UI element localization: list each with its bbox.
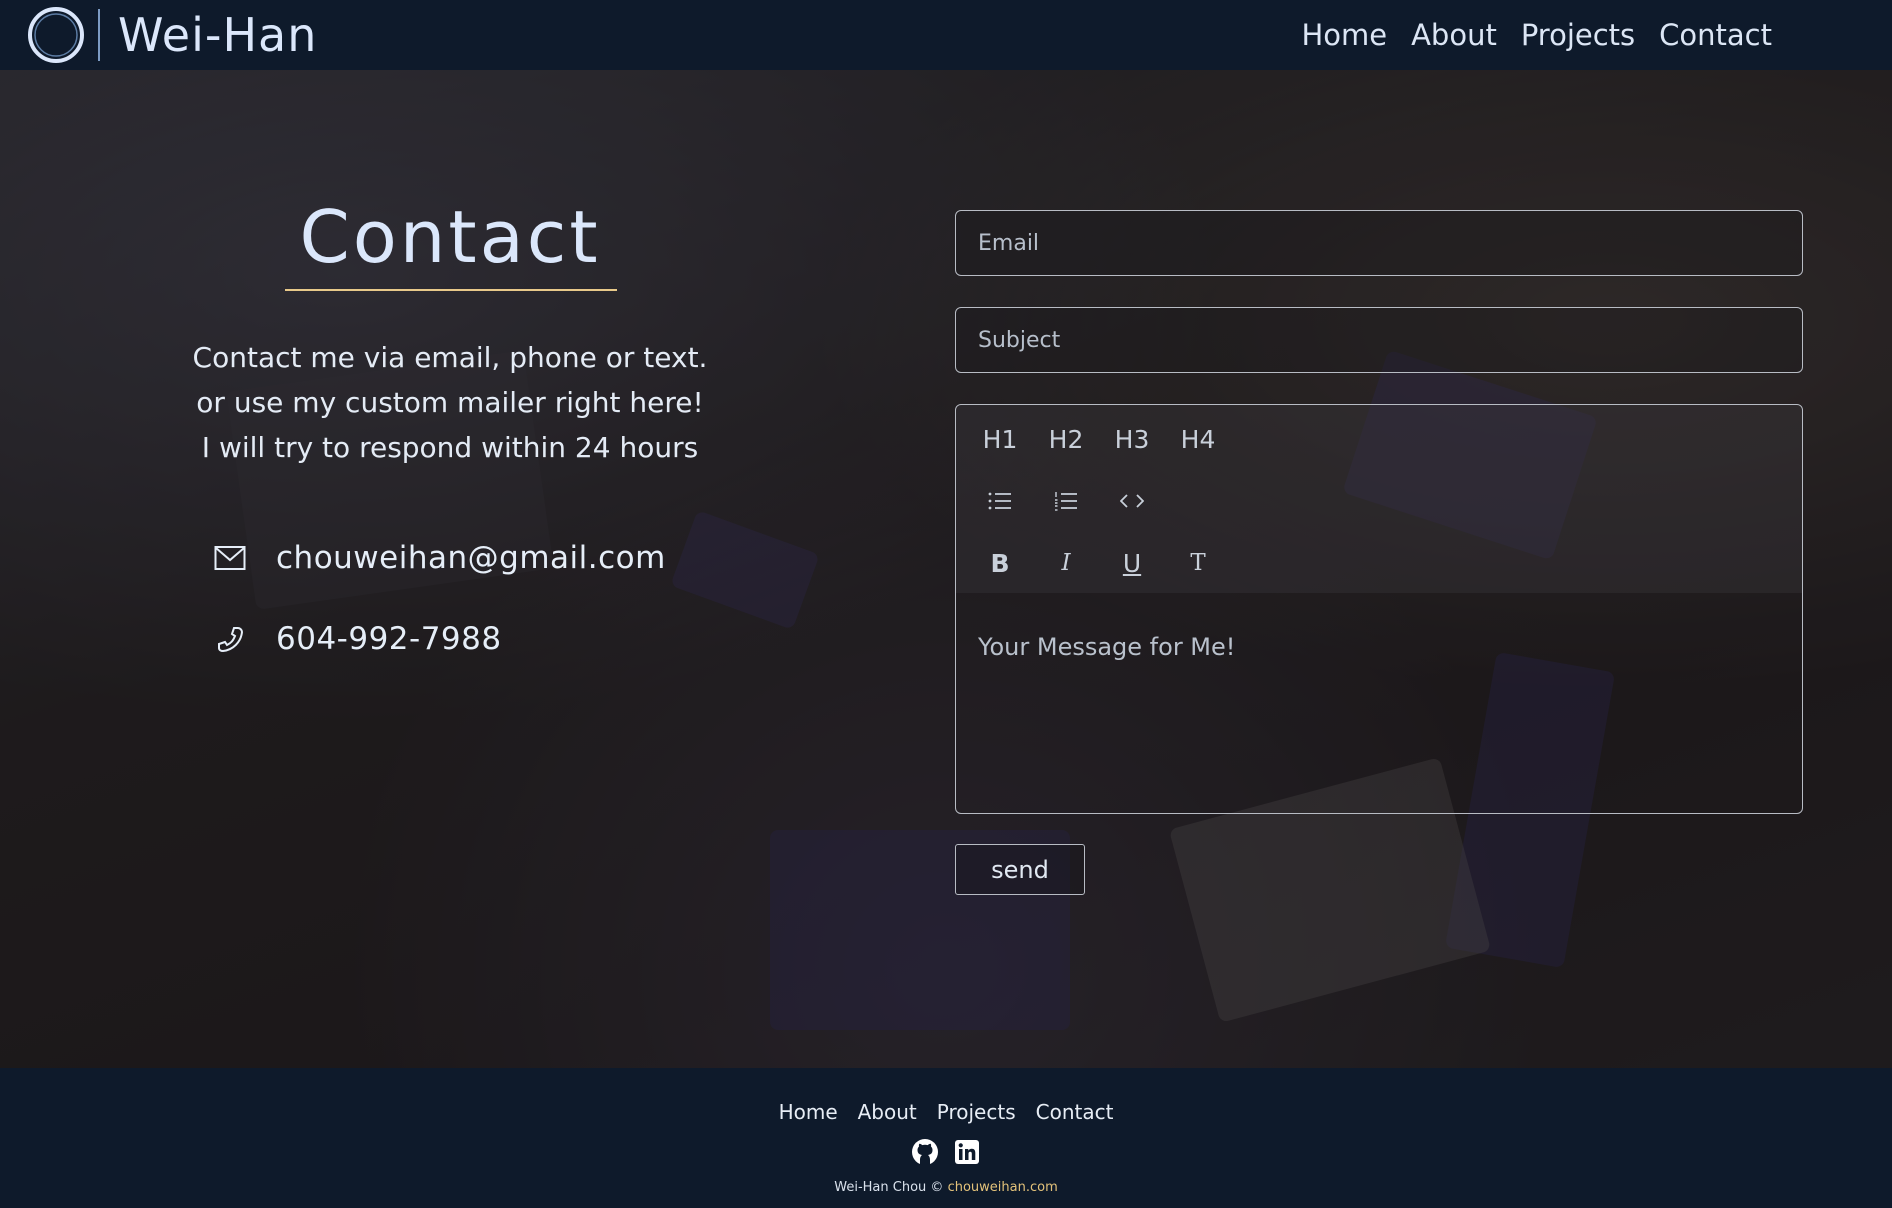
- phone-row[interactable]: 604-992-7988: [214, 621, 502, 657]
- h1-button[interactable]: H1: [978, 419, 1022, 459]
- top-nav: Home About Projects Contact: [1301, 0, 1772, 70]
- brand-name: Wei-Han: [118, 8, 318, 62]
- text-style-button[interactable]: T: [1176, 543, 1220, 583]
- italic-button[interactable]: I: [1044, 543, 1088, 583]
- editor-toolbar: H1 H2 H3 H4 B I U T: [956, 405, 1802, 593]
- email-address[interactable]: chouweihan@gmail.com: [276, 540, 666, 576]
- email-row[interactable]: chouweihan@gmail.com: [214, 540, 666, 576]
- intro-line: I will try to respond within 24 hours: [201, 431, 699, 464]
- heading-buttons: H1 H2 H3 H4: [978, 419, 1242, 459]
- code-icon[interactable]: [1110, 481, 1154, 521]
- phone-icon: [214, 623, 246, 655]
- github-icon[interactable]: [911, 1138, 939, 1166]
- mail-icon: [214, 542, 246, 574]
- nav-contact[interactable]: Contact: [1659, 18, 1772, 52]
- footer-nav-about[interactable]: About: [858, 1100, 917, 1124]
- footer-nav: Home About Projects Contact: [0, 1100, 1892, 1124]
- send-button[interactable]: send: [955, 844, 1085, 895]
- linkedin-icon[interactable]: [953, 1138, 981, 1166]
- footer-nav-home[interactable]: Home: [779, 1100, 838, 1124]
- site-header: Wei-Han Home About Projects Contact: [0, 0, 1892, 70]
- footer-nav-contact[interactable]: Contact: [1036, 1100, 1114, 1124]
- copyright: Wei-Han Chou © chouweihan.com: [0, 1180, 1892, 1195]
- message-editor: H1 H2 H3 H4 B I U T Your Message for Me!: [955, 404, 1803, 814]
- page-title: Contact: [299, 195, 601, 279]
- copyright-name: Wei-Han Chou ©: [834, 1180, 944, 1195]
- nav-home[interactable]: Home: [1301, 18, 1387, 52]
- phone-number[interactable]: 604-992-7988: [276, 621, 502, 657]
- footer-nav-projects[interactable]: Projects: [937, 1100, 1016, 1124]
- h4-button[interactable]: H4: [1176, 419, 1220, 459]
- brand-logo[interactable]: Wei-Han: [26, 5, 317, 65]
- list-buttons: [978, 481, 1176, 521]
- intro-line: or use my custom mailer right here!: [196, 386, 704, 419]
- contact-intro: Contact me via email, phone or text. or …: [150, 335, 750, 470]
- nav-projects[interactable]: Projects: [1521, 18, 1635, 52]
- site-footer: Home About Projects Contact Wei-Han Chou…: [0, 1068, 1892, 1208]
- logo-ring-icon: [28, 7, 84, 63]
- social-links: [0, 1138, 1892, 1166]
- format-buttons: B I U T: [978, 543, 1242, 583]
- h2-button[interactable]: H2: [1044, 419, 1088, 459]
- logo-divider: [98, 9, 100, 61]
- title-underline: [285, 289, 617, 291]
- message-input[interactable]: Your Message for Me!: [956, 593, 1802, 813]
- numbered-list-icon[interactable]: [1044, 481, 1088, 521]
- underline-button[interactable]: U: [1110, 543, 1154, 583]
- bullet-list-icon[interactable]: [978, 481, 1022, 521]
- h3-button[interactable]: H3: [1110, 419, 1154, 459]
- intro-line: Contact me via email, phone or text.: [192, 341, 708, 374]
- subject-field[interactable]: [955, 307, 1803, 373]
- nav-about[interactable]: About: [1411, 18, 1497, 52]
- bold-button[interactable]: B: [978, 543, 1022, 583]
- email-field[interactable]: [955, 210, 1803, 276]
- copyright-site-link[interactable]: chouweihan.com: [948, 1180, 1058, 1195]
